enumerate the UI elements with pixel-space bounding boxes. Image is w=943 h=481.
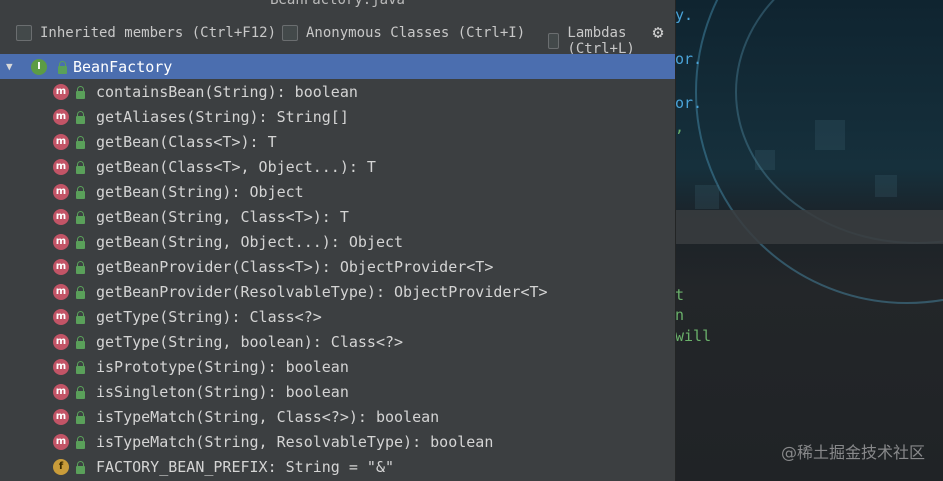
lambdas-label: Lambdas (Ctrl+L) — [567, 25, 635, 57]
member-label: getType(String): Class<?> — [96, 307, 322, 326]
lock-icon — [76, 411, 85, 424]
method-icon: m — [53, 408, 69, 425]
lock-icon — [76, 311, 85, 324]
code-fragment: will — [675, 327, 712, 345]
tree-member-row[interactable]: m containsBean(String): boolean — [0, 79, 675, 104]
code-fragment: or. — [675, 50, 703, 68]
lock-icon — [76, 236, 85, 249]
member-label: getBean(String): Object — [96, 182, 304, 201]
tree-member-row[interactable]: m isSingleton(String): boolean — [0, 379, 675, 404]
method-icon: m — [53, 308, 69, 325]
tree-member-row[interactable]: m getBean(Class<T>, Object...): T — [0, 154, 675, 179]
method-icon: m — [53, 183, 69, 200]
watermark: @稀土掘金技术社区 — [780, 443, 925, 462]
code-fragment: y. — [675, 6, 694, 24]
tree-member-row[interactable]: m getBeanProvider(Class<T>): ObjectProvid… — [0, 254, 675, 279]
member-label: getBeanProvider(ResolvableType): ObjectP… — [96, 282, 548, 301]
file-structure-popup: BeanFactory.java Inherited members (Ctrl… — [0, 0, 676, 481]
options-bar: Inherited members (Ctrl+F12) Anonymous C… — [0, 20, 675, 57]
lock-icon — [76, 186, 85, 199]
lambdas-checkbox[interactable] — [548, 33, 560, 49]
lock-icon — [76, 386, 85, 399]
method-icon: m — [53, 233, 69, 250]
lambdas-option[interactable]: Lambdas (Ctrl+L) — [548, 25, 658, 57]
member-label: getBean(Class<T>, Object...): T — [96, 157, 376, 176]
root-label: BeanFactory — [73, 57, 173, 76]
code-fragment: n — [675, 306, 685, 324]
tree-member-row[interactable]: m getBean(String): Object — [0, 179, 675, 204]
member-label: isPrototype(String): boolean — [96, 357, 349, 376]
lock-icon — [76, 436, 85, 449]
member-label: getAliases(String): String[] — [96, 107, 349, 126]
chevron-down-icon[interactable]: ▼ — [6, 60, 18, 73]
inherited-members-option[interactable]: Inherited members (Ctrl+F12) — [16, 25, 276, 41]
tree-member-row[interactable]: m getBean(String, Class<T>): T — [0, 204, 675, 229]
tree-member-row[interactable]: m getType(String): Class<?> — [0, 304, 675, 329]
lock-icon — [76, 86, 85, 99]
tree-member-row[interactable]: m getType(String, boolean): Class<?> — [0, 329, 675, 354]
field-icon: f — [53, 458, 69, 475]
method-icon: m — [53, 283, 69, 300]
lock-icon — [58, 61, 67, 74]
gear-icon[interactable]: ⚙ — [648, 23, 668, 43]
anonymous-classes-checkbox[interactable] — [282, 25, 298, 41]
inherited-members-checkbox[interactable] — [16, 25, 32, 41]
lock-icon — [76, 361, 85, 374]
code-fragment: , — [675, 118, 685, 136]
method-icon: m — [53, 158, 69, 175]
inherited-members-label: Inherited members (Ctrl+F12) — [40, 25, 277, 41]
member-label: getBean(String, Class<T>): T — [96, 207, 349, 226]
member-label: isSingleton(String): boolean — [96, 382, 349, 401]
lock-icon — [76, 161, 85, 174]
member-label: getBeanProvider(Class<T>): ObjectProvide… — [96, 257, 494, 276]
method-icon: m — [53, 108, 69, 125]
method-icon: m — [53, 258, 69, 275]
lock-icon — [76, 111, 85, 124]
lock-icon — [76, 336, 85, 349]
member-label: isTypeMatch(String, ResolvableType): boo… — [96, 432, 494, 451]
method-icon: m — [53, 383, 69, 400]
lock-icon — [76, 286, 85, 299]
method-icon: m — [53, 358, 69, 375]
tree-member-row[interactable]: f FACTORY_BEAN_PREFIX: String = "&" — [0, 454, 675, 479]
tree-member-row[interactable]: m isPrototype(String): boolean — [0, 354, 675, 379]
tree-member-row[interactable]: m isTypeMatch(String, Class<?>): boolean — [0, 404, 675, 429]
method-icon: m — [53, 208, 69, 225]
tree-member-row[interactable]: m getBean(String, Object...): Object — [0, 229, 675, 254]
code-fragment: or. — [675, 94, 703, 112]
lock-icon — [76, 461, 85, 474]
member-label: FACTORY_BEAN_PREFIX: String = "&" — [96, 457, 395, 476]
method-icon: m — [53, 133, 69, 150]
member-label: isTypeMatch(String, Class<?>): boolean — [96, 407, 440, 426]
method-icon: m — [53, 433, 69, 450]
tree-root-beanfactory[interactable]: ▼ I BeanFactory — [0, 54, 675, 79]
tree-member-row[interactable]: m getBeanProvider(ResolvableType): Object… — [0, 279, 675, 304]
code-fragment: t — [675, 286, 685, 304]
structure-tree: ▼ I BeanFactory m containsBean(String): b… — [0, 54, 675, 479]
anonymous-classes-option[interactable]: Anonymous Classes (Ctrl+I) — [282, 25, 525, 41]
lock-icon — [76, 136, 85, 149]
popup-title: BeanFactory.java — [270, 0, 405, 8]
member-label: getBean(Class<T>): T — [96, 132, 277, 151]
method-icon: m — [53, 83, 69, 100]
anonymous-classes-label: Anonymous Classes (Ctrl+I) — [306, 25, 526, 41]
lock-icon — [76, 211, 85, 224]
member-label: getBean(String, Object...): Object — [96, 232, 404, 251]
tree-member-row[interactable]: m getAliases(String): String[] — [0, 104, 675, 129]
editor-background: y. or. or. , t n will — [675, 0, 943, 481]
interface-icon: I — [31, 58, 47, 75]
member-label: containsBean(String): boolean — [96, 82, 358, 101]
lock-icon — [76, 261, 85, 274]
tree-member-row[interactable]: m getBean(Class<T>): T — [0, 129, 675, 154]
tree-member-row[interactable]: m isTypeMatch(String, ResolvableType): bo… — [0, 429, 675, 454]
member-label: getType(String, boolean): Class<?> — [96, 332, 404, 351]
method-icon: m — [53, 333, 69, 350]
